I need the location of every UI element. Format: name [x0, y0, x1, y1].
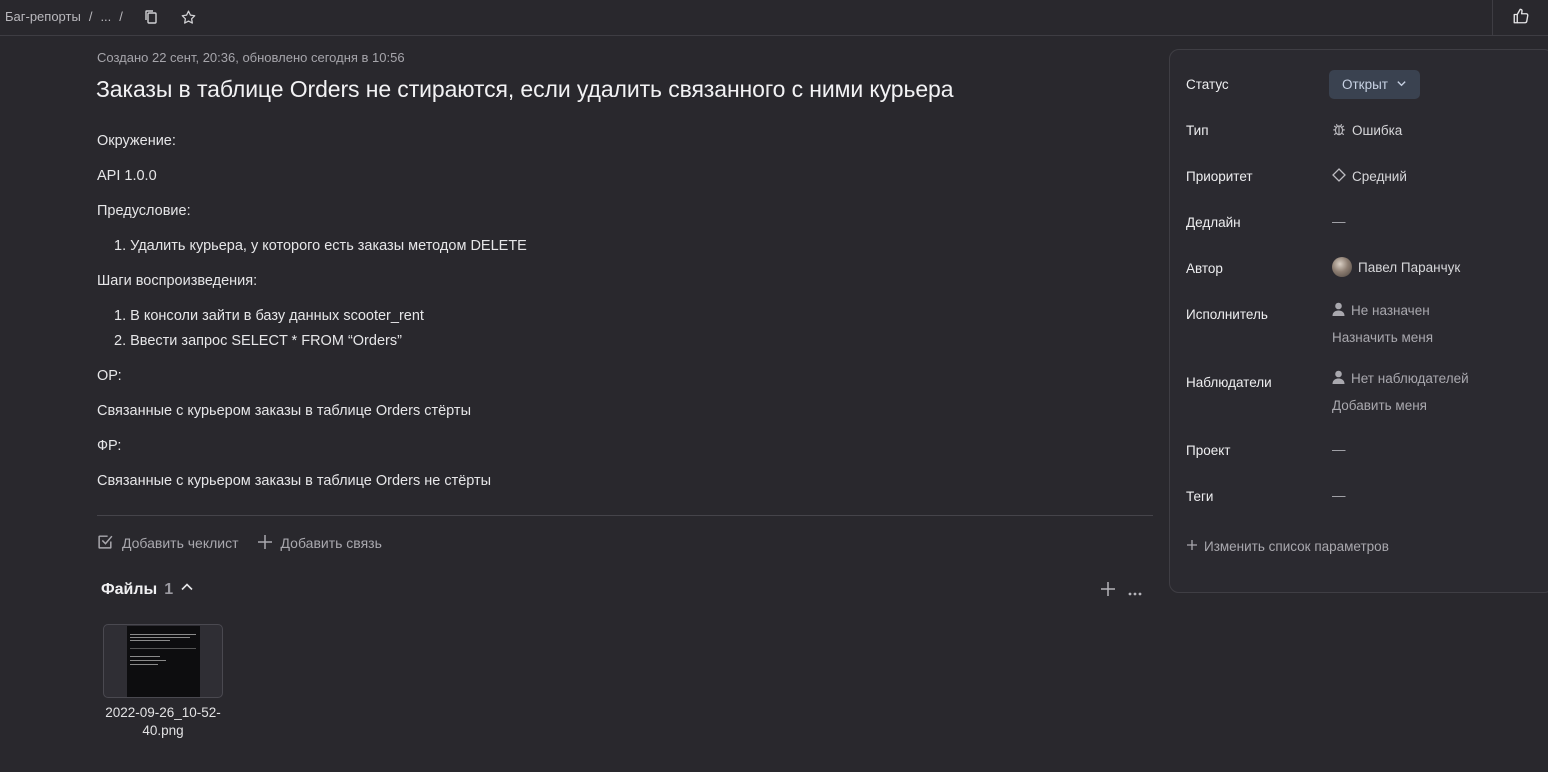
description-list-item: 1. В консоли зайти в базу данных scooter… [114, 308, 424, 324]
assignee-field[interactable]: Не назначен [1332, 302, 1430, 319]
copy-icon[interactable] [141, 7, 161, 27]
description-line: Шаги воспроизведения: [97, 273, 258, 289]
files-title: Файлы [101, 580, 158, 598]
description-line: Связанные с курьером заказы в таблице Or… [97, 473, 492, 489]
assignee-value: Не назначен [1351, 303, 1430, 318]
watchers-field[interactable]: Нет наблюдателей [1332, 370, 1469, 387]
issue-properties-panel: Статус Открыт Тип Ошибка Приоритет Средн… [1169, 49, 1548, 593]
status-label: Статус [1186, 77, 1229, 92]
status-value: Открыт [1342, 77, 1388, 92]
description-line: API 1.0.0 [97, 168, 157, 184]
description-line: Связанные с курьером заказы в таблице Or… [97, 403, 471, 419]
issue-title[interactable]: Заказы в таблице Orders не стираются, ес… [96, 76, 954, 103]
assign-me-link[interactable]: Назначить меня [1332, 330, 1433, 345]
like-button[interactable] [1492, 0, 1548, 36]
priority-label: Приоритет [1186, 169, 1253, 184]
deadline-value[interactable]: — [1332, 214, 1346, 229]
files-tools [1100, 581, 1142, 602]
chevron-down-icon [1396, 77, 1407, 92]
description-list-item: 2. Ввести запрос SELECT * FROM “Orders” [114, 333, 402, 349]
chevron-up-icon [180, 580, 194, 599]
project-label: Проект [1186, 443, 1231, 458]
file-thumbnail[interactable] [103, 624, 223, 698]
plus-icon [1186, 539, 1198, 554]
change-params-button[interactable]: Изменить список параметров [1186, 539, 1389, 554]
diamond-icon [1332, 168, 1346, 185]
priority-value: Средний [1352, 169, 1407, 184]
star-icon[interactable] [178, 7, 198, 27]
breadcrumb-root[interactable]: Баг-репорты [5, 9, 81, 24]
files-section-header[interactable]: Файлы 1 [101, 580, 194, 599]
breadcrumb-ellipsis[interactable]: ... [100, 9, 111, 24]
project-value[interactable]: — [1332, 442, 1346, 457]
breadcrumb: Баг-репорты / ... / [5, 9, 125, 24]
breadcrumb-separator: / [119, 9, 123, 24]
avatar [1332, 257, 1352, 277]
type-value: Ошибка [1352, 123, 1403, 138]
divider [97, 515, 1153, 516]
priority-field[interactable]: Средний [1332, 168, 1407, 185]
watchers-value: Нет наблюдателей [1351, 371, 1469, 386]
description-line: Предусловие: [97, 203, 191, 219]
more-icon[interactable] [1128, 583, 1142, 601]
author-field[interactable]: Павел Паранчук [1332, 257, 1460, 277]
issue-meta: Создано 22 сент, 20:36, обновлено сегодн… [97, 50, 405, 65]
add-checklist-label: Добавить чеклист [122, 535, 239, 551]
status-dropdown[interactable]: Открыт [1329, 70, 1420, 99]
description-line: Окружение: [97, 133, 176, 149]
file-preview-image [127, 626, 200, 697]
checkbox-icon [97, 533, 114, 553]
bug-icon [1332, 122, 1346, 139]
add-checklist-button[interactable]: Добавить чеклист [97, 533, 239, 553]
add-link-button[interactable]: Добавить связь [257, 534, 382, 553]
add-link-label: Добавить связь [280, 535, 382, 551]
thumbs-up-icon [1512, 7, 1530, 30]
add-me-link[interactable]: Добавить меня [1332, 398, 1427, 413]
assignee-label: Исполнитель [1186, 307, 1268, 322]
change-params-label: Изменить список параметров [1204, 539, 1389, 554]
user-icon [1332, 370, 1345, 387]
description-line: ОР: [97, 368, 122, 384]
author-value: Павел Паранчук [1358, 259, 1461, 275]
add-file-icon[interactable] [1100, 581, 1116, 602]
files-count: 1 [164, 580, 174, 598]
watchers-label: Наблюдатели [1186, 375, 1272, 390]
type-label: Тип [1186, 123, 1209, 138]
deadline-label: Дедлайн [1186, 215, 1241, 230]
file-name[interactable]: 2022-09-26_10-52-40.png [103, 704, 223, 740]
user-icon [1332, 302, 1345, 319]
tags-value[interactable]: — [1332, 488, 1346, 503]
plus-icon [257, 534, 273, 553]
description-line: ФР: [97, 438, 122, 454]
issue-actions: Добавить чеклист Добавить связь [97, 533, 400, 553]
tags-label: Теги [1186, 489, 1214, 504]
top-bar: Баг-репорты / ... / [0, 0, 1548, 36]
author-label: Автор [1186, 261, 1223, 276]
description-list-item: 1. Удалить курьера, у которого есть зака… [114, 238, 527, 254]
type-field[interactable]: Ошибка [1332, 122, 1402, 139]
breadcrumb-separator: / [88, 9, 93, 24]
